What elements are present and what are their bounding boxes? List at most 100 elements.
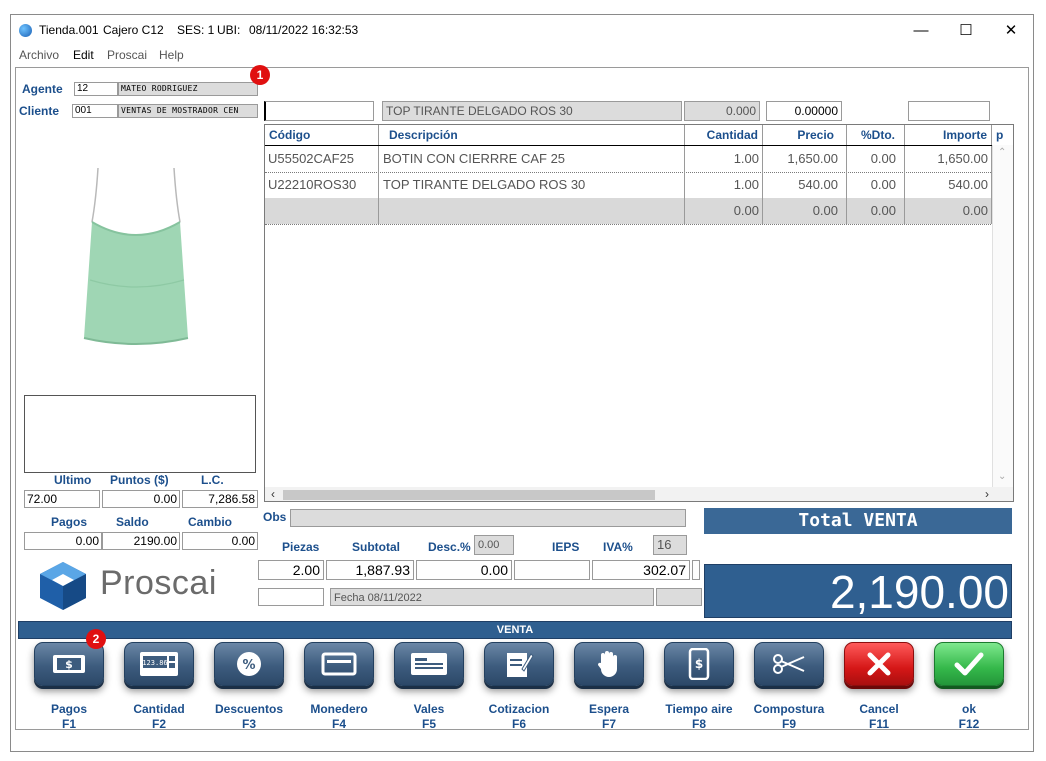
client-code-field[interactable]: 001 — [72, 104, 118, 118]
fkey-name: Compostura — [753, 702, 825, 716]
fkey-name: Cotizacion — [488, 702, 550, 716]
col-descripcion[interactable]: Descripción — [379, 125, 685, 145]
badge-one: 1 — [250, 65, 270, 85]
cell-descripcion: TOP TIRANTE DELGADO ROS 30 — [379, 172, 685, 198]
fkey-button-f9[interactable]: Compostura F9 — [746, 642, 836, 731]
col-codigo[interactable]: Código — [265, 125, 379, 145]
fkey-name: Cancel — [859, 702, 899, 716]
total-amount: 2,190.00 — [704, 564, 1012, 618]
entry-price[interactable]: 0.00000 — [766, 101, 842, 121]
col-dto[interactable]: %Dto. — [847, 125, 905, 145]
scroll-down-icon[interactable]: ⌄ — [998, 471, 1006, 482]
menu-help[interactable]: Help — [159, 48, 184, 62]
fkey-label: ok F12 — [924, 702, 1014, 732]
fkey-shortcut: F3 — [241, 717, 256, 731]
badge-two: 2 — [86, 629, 106, 649]
scissors-icon[interactable] — [754, 642, 824, 686]
menu-archivo[interactable]: Archivo — [19, 48, 59, 62]
fkey-name: Vales — [413, 702, 445, 716]
piezas-label: Piezas — [282, 540, 320, 554]
menu-proscai[interactable]: Proscai — [107, 48, 147, 62]
fkey-button-f1[interactable]: $ Pagos F1 — [24, 642, 116, 732]
iva-pct-field[interactable]: 16 — [653, 535, 687, 555]
cashier-label: Cajero C12 — [103, 23, 164, 37]
fkey-name: Cantidad — [133, 702, 185, 716]
table-row[interactable]: U55502CAF25 BOTIN CON CIERRRE CAF 25 1.0… — [265, 146, 992, 172]
fkey-button-f6[interactable]: Cotizacion F6 — [476, 642, 566, 731]
col-precio[interactable]: Precio — [763, 125, 847, 145]
cell-dto: 0.00 — [847, 198, 905, 224]
fkey-button-f12[interactable]: ok F12 — [924, 642, 1016, 732]
fkey-shortcut: F2 — [151, 717, 166, 731]
fkey-label: Pagos F1 — [24, 702, 114, 732]
fecha-extra-field — [656, 588, 702, 606]
fkey-name: ok — [961, 702, 976, 716]
maximize-button[interactable]: ☐ — [951, 21, 981, 41]
pagos-label: Pagos — [51, 515, 88, 529]
horizontal-scrollbar[interactable]: ‹ › — [265, 487, 1013, 501]
scroll-up-icon[interactable]: ⌃ — [998, 147, 1006, 158]
percent-icon[interactable]: % — [214, 642, 284, 686]
ultimo-label: Ultimo — [54, 473, 92, 487]
desc-label: Desc.% — [428, 540, 471, 554]
fkey-label: Cancel F11 — [834, 702, 924, 732]
vertical-scrollbar[interactable]: ⌃ ⌄ — [992, 145, 1013, 490]
fkey-button-f2[interactable]: 123.86 Cantidad F2 — [114, 642, 206, 732]
mobile-phone-icon[interactable]: $ — [664, 642, 734, 686]
cell-precio: 540.00 — [763, 172, 847, 198]
proscai-logo-icon — [36, 560, 90, 610]
col-p[interactable]: p — [992, 125, 1013, 145]
ieps-label: IEPS — [552, 540, 580, 554]
col-cantidad[interactable]: Cantidad — [685, 125, 763, 145]
agent-code-field[interactable]: 12 — [74, 82, 118, 96]
puntos-label: Puntos ($) — [110, 473, 169, 487]
wallet-card-icon[interactable] — [304, 642, 374, 686]
hand-stop-icon[interactable] — [574, 642, 644, 686]
ieps-value — [514, 560, 590, 580]
fkey-shortcut: F9 — [781, 717, 796, 731]
location-label: UBI: — [217, 23, 241, 37]
fkey-label: Cantidad F2 — [114, 702, 204, 732]
fkey-name: Tiempo aire — [665, 702, 733, 716]
fkey-shortcut: F7 — [601, 717, 616, 731]
voucher-icon[interactable] — [394, 642, 464, 686]
fkey-button-f11[interactable]: Cancel F11 — [834, 642, 926, 732]
fkey-button-f5[interactable]: Vales F5 — [386, 642, 476, 731]
cancel-x-icon[interactable] — [844, 642, 914, 686]
table-row[interactable]: U22210ROS30 TOP TIRANTE DELGADO ROS 30 1… — [265, 172, 992, 198]
scroll-thumb[interactable] — [283, 490, 655, 500]
fkey-button-f4[interactable]: Monedero F4 — [296, 642, 386, 731]
fkey-shortcut: F1 — [61, 717, 76, 731]
code-entry-input[interactable] — [264, 101, 374, 121]
fkey-button-f8[interactable]: $ Tiempo aire F8 — [656, 642, 746, 731]
cell-codigo: U55502CAF25 — [265, 146, 379, 172]
fkey-button-f3[interactable]: % Descuentos F3 — [206, 642, 296, 731]
ultimo-value: 72.00 — [24, 490, 100, 508]
entry-extra-field[interactable] — [908, 101, 990, 121]
obs-field[interactable] — [290, 509, 686, 527]
fkey-name: Espera — [588, 702, 630, 716]
menu-edit[interactable]: Edit — [73, 48, 94, 62]
fecha-field: Fecha 08/11/2022 — [330, 588, 654, 606]
iva-extra-field — [692, 560, 700, 580]
scroll-left-icon[interactable]: ‹ — [271, 487, 275, 501]
scroll-right-icon[interactable]: › — [985, 487, 989, 501]
brand-name: Proscai — [100, 564, 217, 602]
cell-precio: 1,650.00 — [763, 146, 847, 172]
items-table: Código Descripción Cantidad Precio %Dto.… — [264, 124, 1014, 502]
svg-text:%: % — [242, 658, 255, 673]
client-name-field: VENTAS DE MOSTRADOR CEN — [118, 104, 258, 118]
minimize-button[interactable]: — — [906, 21, 936, 41]
cell-cantidad: 1.00 — [685, 172, 763, 198]
checkmark-icon[interactable] — [934, 642, 1004, 686]
blank-field — [258, 588, 324, 606]
fkey-button-f7[interactable]: Espera F7 — [566, 642, 656, 731]
table-row-new[interactable]: 0.00 0.00 0.00 0.00 — [265, 198, 992, 224]
subtotal-label: Subtotal — [352, 540, 400, 554]
quote-document-icon[interactable] — [484, 642, 554, 686]
calculator-icon[interactable]: 123.86 — [124, 642, 194, 686]
client-label: Cliente — [19, 104, 60, 118]
close-button[interactable]: ✕ — [996, 21, 1026, 41]
desc-pct-field[interactable]: 0.00 — [474, 535, 514, 555]
col-importe[interactable]: Importe — [905, 125, 992, 145]
